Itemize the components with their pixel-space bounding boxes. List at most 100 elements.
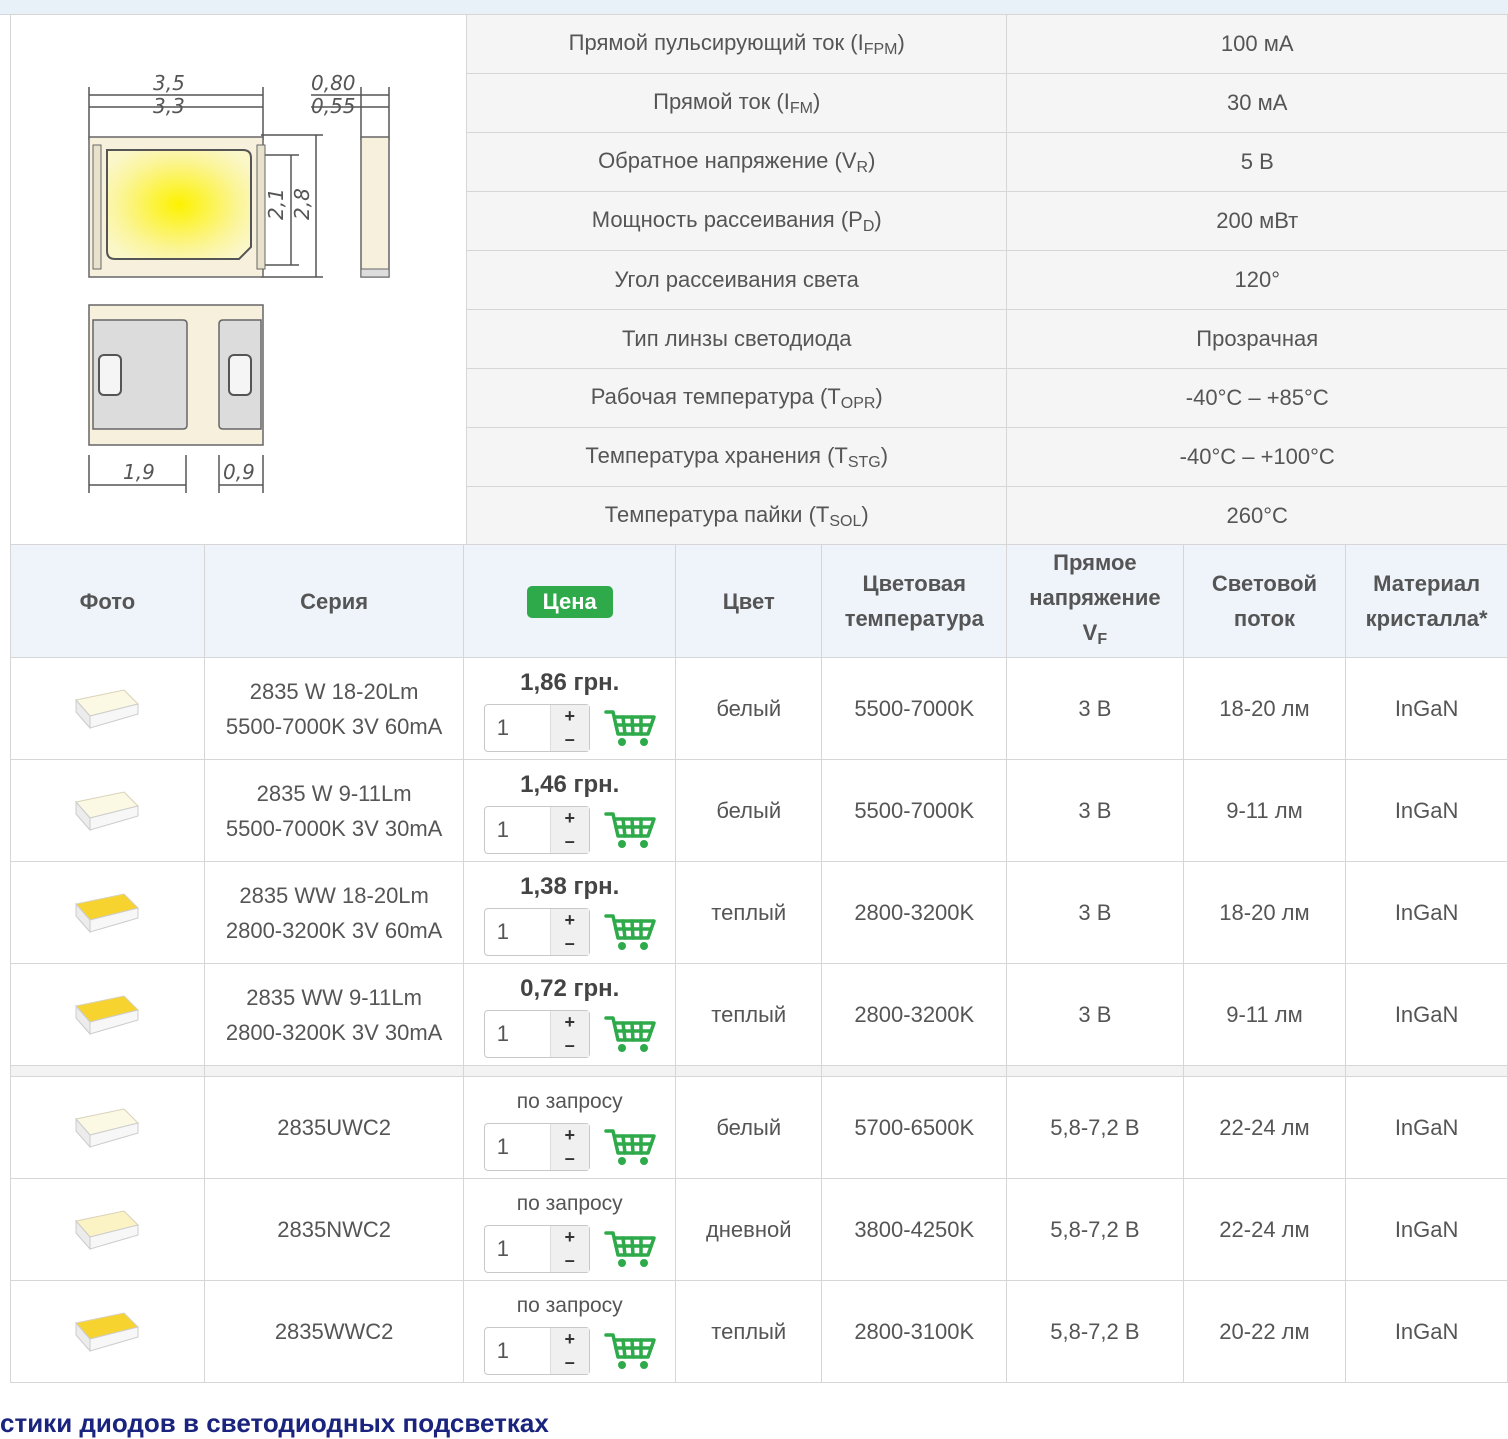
increment-button[interactable]: + (551, 1011, 589, 1034)
product-material: InGaN (1345, 1178, 1508, 1281)
product-material: InGaN (1345, 963, 1508, 1066)
add-to-cart-button[interactable] (603, 708, 656, 748)
product-color: дневной (675, 1178, 823, 1281)
product-vf: 5,8-7,2 В (1006, 1076, 1184, 1179)
product-cct: 2800-3200K (821, 861, 1008, 964)
quantity-input[interactable]: 1 (485, 705, 550, 751)
buy-controls: 1 + – (464, 805, 675, 854)
product-photo[interactable] (10, 1076, 205, 1179)
led-side-view (360, 136, 390, 278)
product-material: InGaN (1345, 1076, 1508, 1179)
add-to-cart-button[interactable] (603, 1014, 656, 1054)
spec-value: 5 В (1006, 132, 1508, 192)
product-series[interactable]: 2835NWC2 (203, 1178, 465, 1281)
product-photo[interactable] (10, 861, 205, 964)
increment-button[interactable]: + (551, 1124, 589, 1147)
decrement-button[interactable]: – (551, 1249, 589, 1272)
spec-name: Прямой пульсирующий ток (IFPM) (465, 14, 1008, 74)
decrement-button[interactable]: – (551, 1351, 589, 1374)
product-photo[interactable] (10, 963, 205, 1066)
product-photo[interactable] (10, 759, 205, 862)
product-color: теплый (675, 963, 823, 1066)
col-photo: Фото (10, 544, 205, 658)
product-photo[interactable] (10, 657, 205, 760)
product-vf: 3 В (1006, 861, 1184, 964)
dim-thickness-inner: 0,55 (311, 94, 356, 118)
quantity-input[interactable]: 1 (485, 1124, 550, 1170)
quantity-input[interactable]: 1 (485, 1011, 550, 1057)
col-cct: Цветовая температура (821, 544, 1008, 658)
product-series[interactable]: 2835 WW 9-11Lm 2800-3200K 3V 30mA (203, 963, 465, 1066)
decrement-button[interactable]: – (551, 1034, 589, 1057)
product-row: 2835 WW 18-20Lm 2800-3200K 3V 60mA 1,38 гр… (10, 861, 1508, 964)
quantity-input[interactable]: 1 (485, 909, 550, 955)
increment-button[interactable]: + (551, 705, 589, 728)
add-to-cart-button[interactable] (603, 912, 656, 952)
product-cct: 3800-4250K (821, 1178, 1008, 1281)
add-to-cart-button[interactable] (603, 1331, 656, 1371)
product-flux: 9-11 лм (1182, 759, 1347, 862)
add-to-cart-button[interactable] (603, 1229, 656, 1269)
product-series[interactable]: 2835 W 9-11Lm 5500-7000K 3V 30mA (203, 759, 465, 862)
product-price-cell: по запросу 1 + – (463, 1280, 677, 1383)
product-price-cell: по запросу 1 + – (463, 1076, 677, 1179)
dim-width-inner: 3,3 (153, 94, 185, 118)
product-price: 1,46 грн. (520, 770, 620, 798)
col-flux: Световой поток (1182, 544, 1347, 658)
dim-height-inner: 2,1 (264, 188, 288, 220)
product-series[interactable]: 2835 W 18-20Lm 5500-7000K 3V 60mA (203, 657, 465, 760)
product-cct: 2800-3100K (821, 1280, 1008, 1383)
product-photo[interactable] (10, 1280, 205, 1383)
quantity-stepper[interactable]: 1 + – (483, 1122, 590, 1171)
spec-value: -40°C – +85°C (1006, 368, 1508, 428)
decrement-button[interactable]: – (551, 1147, 589, 1170)
product-material: InGaN (1345, 759, 1508, 862)
cart-icon (603, 1128, 656, 1165)
buy-controls: 1 + – (464, 1009, 675, 1058)
product-series[interactable]: 2835 WW 18-20Lm 2800-3200K 3V 60mA (203, 861, 465, 964)
quantity-input[interactable]: 1 (485, 1328, 550, 1374)
col-series: Серия (203, 544, 465, 658)
increment-button[interactable]: + (551, 807, 589, 830)
spec-name: Прямой ток (IFM) (465, 73, 1008, 133)
increment-button[interactable]: + (551, 1328, 589, 1351)
product-vf: 3 В (1006, 963, 1184, 1066)
cart-icon (603, 811, 656, 848)
product-photo[interactable] (10, 1178, 205, 1281)
dim-pad-b: 0,9 (223, 460, 255, 484)
add-to-cart-button[interactable] (603, 1127, 656, 1167)
dim-height-outer: 2,8 (290, 188, 314, 220)
spec-value: 120° (1006, 250, 1508, 310)
dim-thickness-outer: 0,80 (311, 71, 356, 95)
buy-controls: 1 + – (464, 907, 675, 956)
quantity-stepper[interactable]: 1 + – (483, 1009, 590, 1058)
product-price: по запросу (516, 1191, 623, 1215)
decrement-button[interactable]: – (551, 728, 589, 751)
decrement-button[interactable]: – (551, 830, 589, 853)
led-photo-icon (75, 1311, 140, 1352)
increment-button[interactable]: + (551, 909, 589, 932)
quantity-input[interactable]: 1 (485, 807, 550, 853)
quantity-stepper[interactable]: 1 + – (483, 907, 590, 956)
product-flux: 9-11 лм (1182, 963, 1347, 1066)
product-color: белый (675, 657, 823, 760)
top-bar (0, 0, 1508, 15)
product-series[interactable]: 2835UWC2 (203, 1076, 465, 1179)
product-price: по запросу (516, 1089, 623, 1113)
decrement-button[interactable]: – (551, 932, 589, 955)
quantity-stepper[interactable]: 1 + – (483, 1224, 590, 1273)
specs-table: 3,5 3,3 0,80 0,55 2,1 2,8 1,9 0,9 Прямой… (10, 14, 1508, 546)
price-sort-button[interactable]: Цена (526, 585, 613, 618)
add-to-cart-button[interactable] (603, 810, 656, 850)
quantity-input[interactable]: 1 (485, 1226, 550, 1272)
section-heading: стики диодов в светодиодных подсветках (0, 1408, 549, 1438)
quantity-stepper[interactable]: 1 + – (483, 703, 590, 752)
group-separator (10, 1065, 1508, 1077)
quantity-stepper[interactable]: 1 + – (483, 1326, 590, 1375)
increment-button[interactable]: + (551, 1226, 589, 1249)
product-price: по запросу (516, 1293, 623, 1317)
quantity-stepper[interactable]: 1 + – (483, 805, 590, 854)
spec-name: Тип линзы светодиода (465, 309, 1008, 369)
product-series[interactable]: 2835WWC2 (203, 1280, 465, 1383)
spec-name: Обратное напряжение (VR) (465, 132, 1008, 192)
